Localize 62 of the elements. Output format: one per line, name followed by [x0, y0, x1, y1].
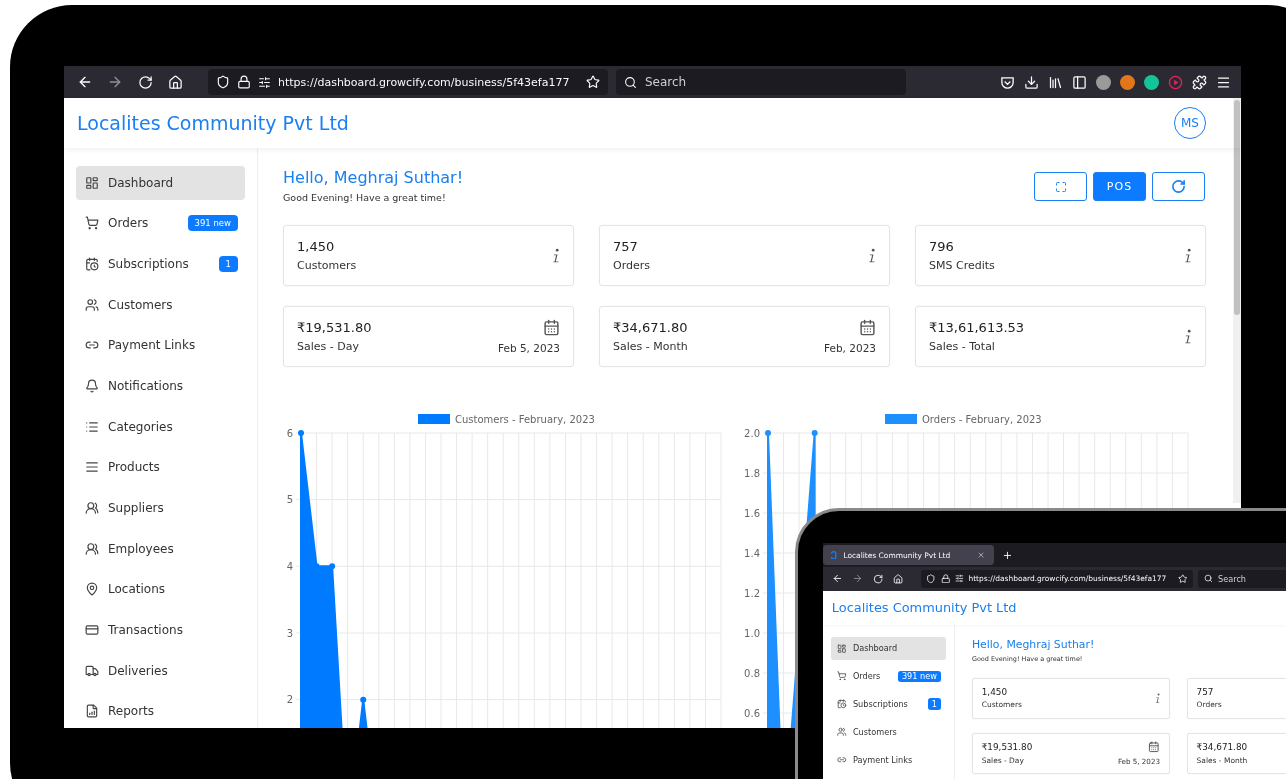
y-tick-label: 1.6 [744, 507, 760, 519]
company-title: Localites Community Pvt Ltd [831, 600, 1017, 616]
y-tick-label: 6 [286, 427, 293, 439]
sidebar-label: Dashboard [852, 643, 899, 654]
y-tick-label: 0.8 [744, 667, 760, 679]
company-title: Localites Community Pvt Ltd [77, 112, 349, 134]
greeting-title: Hello, Meghraj Suthar! [971, 638, 1095, 652]
stat-date: Feb 5, 2023 [498, 342, 560, 354]
sidebar-label: Transactions [108, 622, 184, 637]
count-badge: 1 [218, 256, 238, 273]
y-tick-label: 1.4 [744, 547, 760, 559]
y-tick-label: 5 [286, 494, 293, 506]
y-tick-label: 1.2 [744, 587, 760, 599]
sidebar-label: Subscriptions [108, 257, 190, 272]
stat-value: 757 [613, 239, 639, 254]
y-tick-label: 2.0 [744, 427, 760, 439]
stat-label: SMS Credits [929, 259, 995, 272]
y-tick-label: 2 [286, 694, 293, 706]
sidebar-label: Dashboard [108, 175, 175, 190]
stat-label: Sales - Total [929, 340, 996, 353]
sidebar-label: Categories [108, 419, 174, 434]
sidebar-label: Deliveries [108, 663, 169, 678]
stat-value: 757 [1196, 687, 1215, 698]
count-badge: 1 [927, 698, 941, 710]
count-badge: 391 new [187, 215, 238, 232]
y-tick-label: 1.8 [744, 467, 760, 479]
stat-date: Feb, 2023 [824, 342, 876, 354]
sidebar-label: Products [108, 460, 161, 475]
sidebar-label: Customers [108, 297, 174, 312]
y-tick-label: 1.0 [744, 627, 760, 639]
sidebar-label: Subscriptions [852, 699, 909, 710]
stat-value: 796 [929, 239, 955, 254]
sidebar-label: Payment Links [852, 754, 914, 765]
greeting-title: Hello, Meghraj Suthar! [283, 168, 464, 187]
url-text: https://dashboard.growcify.com/business/5f43efa177 [278, 75, 571, 89]
stat-value: ₹19,531.80 [981, 742, 1033, 753]
stat-value: 1,450 [297, 239, 336, 254]
sidebar-label: Locations [108, 582, 166, 597]
stat-label: Orders [613, 259, 650, 272]
sidebar-label: Suppliers [108, 500, 165, 515]
stat-value: ₹19,531.80 [297, 320, 372, 335]
stat-value: ₹34,671.80 [613, 320, 688, 335]
stat-label: Sales - Day [297, 340, 360, 353]
greeting-subtitle: Good Evening! Have a great time! [283, 192, 447, 203]
sidebar-label: Notifications [108, 379, 185, 393]
sidebar-label: Payment Links [108, 338, 197, 353]
y-tick-label: 3 [286, 627, 293, 639]
y-tick-label: 0.6 [744, 707, 760, 719]
stat-value: ₹13,61,613.53 [929, 320, 1025, 335]
stat-value: 1,450 [981, 687, 1008, 698]
stat-label: Customers [297, 259, 357, 272]
sidebar-label: Employees [108, 541, 175, 556]
legend-label: Customers - February, 2023 [455, 414, 595, 425]
legend-label: Orders - February, 2023 [922, 414, 1042, 425]
sidebar-label: Orders [852, 671, 882, 682]
stat-value: ₹34,671.80 [1196, 742, 1248, 753]
sidebar-label: Reports [108, 704, 156, 719]
y-tick-label: 4 [286, 560, 293, 572]
count-badge: 391 new [897, 670, 941, 682]
sidebar-label: Orders [108, 216, 150, 231]
stat-label: Sales - Month [613, 340, 688, 353]
sidebar-label: Customers [852, 726, 898, 737]
